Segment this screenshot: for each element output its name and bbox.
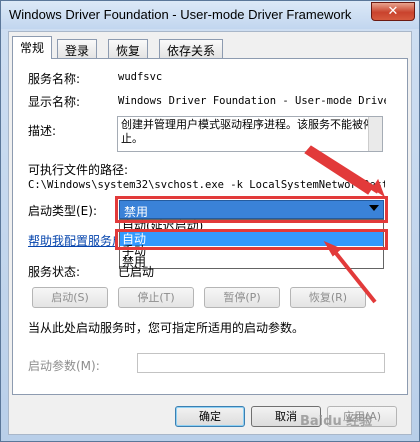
exe-path-value[interactable]: C:\Windows\system32\svchost.exe -k Local… [28, 179, 385, 191]
tab-dependencies[interactable]: 依存关系 [159, 39, 224, 58]
service-name-label: 服务名称: [28, 72, 81, 86]
pause-button[interactable]: 暂停(P) [204, 287, 280, 308]
service-status-value: 已启动 [118, 265, 155, 279]
tab-general[interactable]: 常规 [12, 36, 53, 59]
service-name-value: wudfsvc [118, 71, 163, 83]
start-params-hint: 当从此处启动服务时，您可指定所适用的启动参数。 [28, 321, 305, 335]
watermark-text: Baidu 经验 [300, 414, 373, 429]
description-box[interactable]: 创建并管理用户模式驱动程序进程。该服务不能被停止。 [117, 116, 383, 152]
tab-logon[interactable]: 登录 [57, 39, 98, 58]
option-disabled[interactable]: 禁用 [120, 255, 383, 269]
window-title: Windows Driver Foundation - User-mode Dr… [9, 7, 352, 22]
exe-path-label: 可执行文件的路径: [28, 163, 129, 177]
start-params-label: 启动参数(M): [28, 359, 100, 373]
close-button[interactable]: ✕ [371, 2, 415, 21]
start-button[interactable]: 启动(S) [32, 287, 108, 308]
resume-button[interactable]: 恢复(R) [290, 287, 366, 308]
tab-recovery[interactable]: 恢复 [108, 39, 149, 58]
startup-type-label: 启动类型(E): [28, 204, 97, 218]
description-label: 描述: [28, 124, 57, 138]
display-name-value[interactable]: Windows Driver Foundation - User-mode Dr… [118, 95, 386, 107]
service-status-label: 服务状态: [28, 265, 81, 279]
stop-button[interactable]: 停止(T) [118, 287, 194, 308]
ok-button[interactable]: 确定 [175, 406, 245, 427]
title-bar[interactable]: Windows Driver Foundation - User-mode Dr… [1, 1, 419, 29]
description-text: 创建并管理用户模式驱动程序进程。该服务不能被停止。 [121, 118, 374, 145]
display-name-label: 显示名称: [28, 95, 81, 109]
highlight-box-combobox [115, 196, 388, 223]
description-scrollbar[interactable] [368, 117, 382, 151]
highlight-box-auto-option [115, 229, 388, 250]
help-configure-link[interactable]: 帮助我配置服务启动选项。 [28, 232, 118, 249]
start-params-input[interactable] [137, 353, 385, 373]
